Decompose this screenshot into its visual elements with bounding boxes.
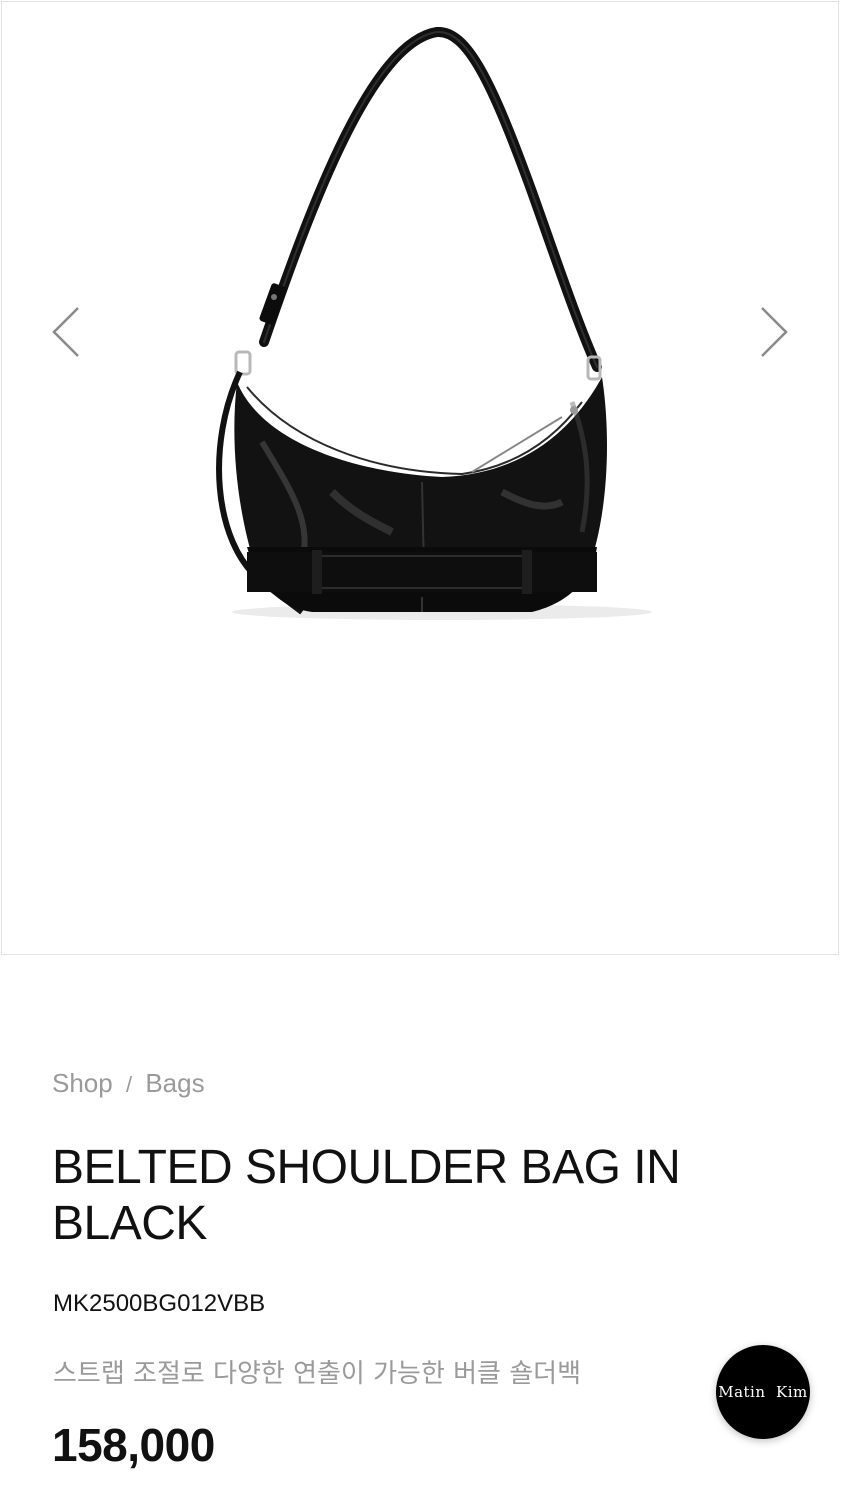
chevron-right-icon	[761, 307, 788, 357]
gallery-prev-button[interactable]	[46, 302, 86, 362]
breadcrumb: Shop / Bags	[52, 1068, 205, 1099]
chat-button-label: Matin Kim	[718, 1383, 808, 1401]
breadcrumb-shop-link[interactable]: Shop	[52, 1068, 113, 1098]
chat-button[interactable]: Matin Kim	[716, 1345, 810, 1439]
product-title: BELTED SHOULDER BAG IN BLACK	[52, 1141, 681, 1250]
breadcrumb-bags-link[interactable]: Bags	[145, 1068, 204, 1098]
product-subtitle: 스트랩 조절로 다양한 연출이 가능한 버클 숄더백	[53, 1359, 581, 1389]
product-image-gallery[interactable]	[1, 1, 839, 955]
gallery-next-button[interactable]	[754, 302, 794, 362]
chevron-left-icon	[52, 307, 79, 357]
product-price: 158,000	[52, 1419, 215, 1471]
product-image[interactable]	[202, 22, 702, 642]
product-sku: MK2500BG012VBB	[53, 1290, 266, 1317]
breadcrumb-separator: /	[125, 1072, 133, 1097]
